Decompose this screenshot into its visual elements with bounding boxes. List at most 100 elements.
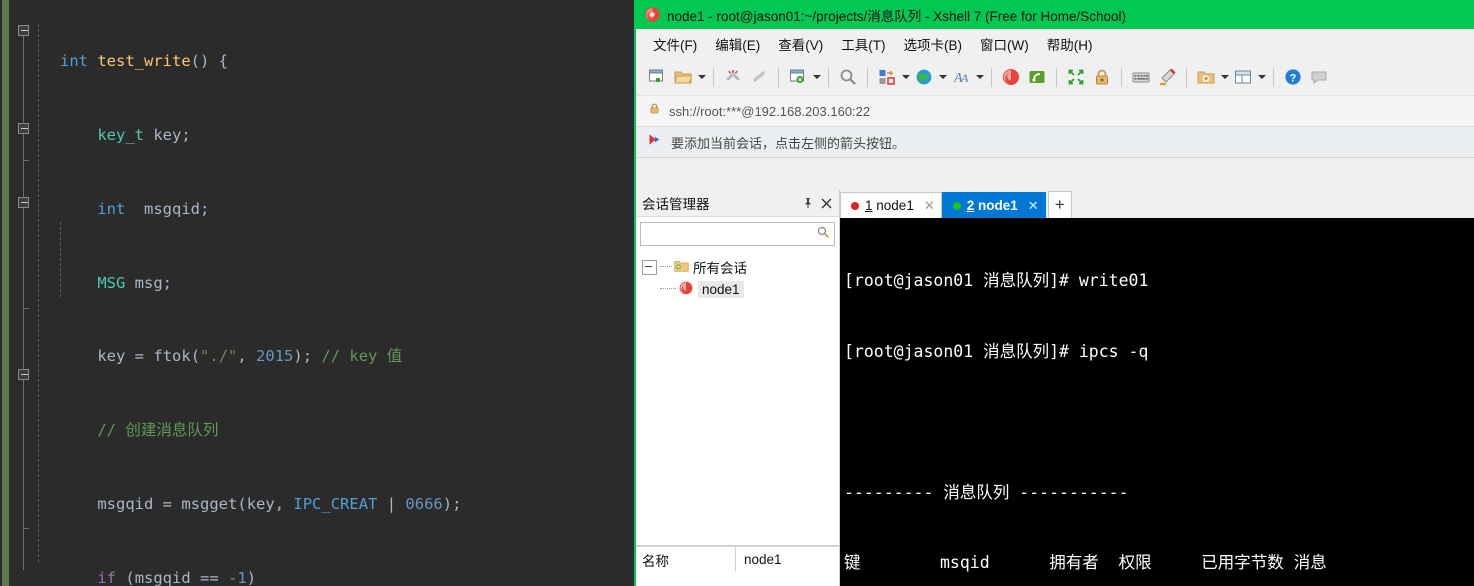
address-value[interactable]: ssh://root:***@192.168.203.160:22 <box>669 104 870 119</box>
tab-bar[interactable]: 1 node1 ✕ 2 node1 ✕ + <box>840 190 1474 220</box>
toolbar-separator <box>778 67 779 87</box>
code-editor-pane[interactable]: int test_write() { key_t key; int msgqid… <box>0 0 634 586</box>
tab-name: node1 <box>978 198 1018 213</box>
fold-marker-comment[interactable] <box>18 369 29 380</box>
tree-connector <box>660 288 676 290</box>
chevron-down-icon[interactable] <box>1219 64 1230 90</box>
xftp-icon[interactable] <box>1024 64 1050 90</box>
toolbar[interactable]: A A ? <box>636 59 1474 95</box>
tree-node-node1[interactable]: node1 <box>642 278 839 300</box>
help-icon[interactable]: ? <box>1280 64 1306 90</box>
layout-icon[interactable] <box>1230 64 1256 90</box>
chevron-down-icon[interactable] <box>1256 64 1267 90</box>
terminal-output[interactable]: [root@jason01 消息队列]# write01 [root@jason… <box>840 218 1474 586</box>
chat-icon[interactable] <box>1306 64 1332 90</box>
toolbar-separator <box>867 67 868 87</box>
address-bar[interactable]: ssh://root:***@192.168.203.160:22 <box>636 95 1474 127</box>
notice-bar: 要添加当前会话，点击左侧的箭头按钮。 <box>636 127 1474 158</box>
code-line: // 创建消息队列 <box>97 421 219 440</box>
toolbar-separator <box>1056 67 1057 87</box>
terminal-line: [root@jason01 消息队列]# write01 <box>844 271 1149 290</box>
menu-item-edit[interactable]: 编辑(E) <box>706 31 769 57</box>
chevron-down-icon[interactable] <box>937 64 948 90</box>
tab-session-1[interactable]: 1 node1 ✕ <box>840 192 942 218</box>
xshell-logo-icon <box>644 6 661 23</box>
toolbar-separator <box>713 67 714 87</box>
xshell-body: 会话管理器 所有会话 node1 名称 node1 1 node1 ✕ 2 no… <box>636 190 1474 586</box>
terminal-line: --------- 消息队列 ----------- <box>844 482 1129 502</box>
menu-bar[interactable]: 文件(F) 编辑(E) 查看(V) 工具(T) 选项卡(B) 窗口(W) 帮助(… <box>636 29 1474 59</box>
xshell-session-icon <box>678 280 694 299</box>
tab-index: 2 <box>966 198 975 213</box>
transfer-icon[interactable] <box>874 64 900 90</box>
keyboard-icon[interactable] <box>1128 64 1154 90</box>
xshell-window[interactable]: node1 - root@jason01:~/projects/消息队列 - X… <box>634 0 1474 586</box>
fold-marker-block-2[interactable] <box>18 197 29 208</box>
menu-item-tools[interactable]: 工具(T) <box>832 31 894 57</box>
fullscreen-icon[interactable] <box>1063 64 1089 90</box>
session-manager-panel[interactable]: 会话管理器 所有会话 node1 名称 node1 <box>636 190 840 586</box>
fold-marker-block-1[interactable] <box>18 123 29 134</box>
property-row: 名称 node1 <box>636 546 839 572</box>
session-search-input[interactable] <box>640 222 835 246</box>
session-manager-header: 会话管理器 <box>636 190 839 217</box>
menu-item-window[interactable]: 窗口(W) <box>971 31 1038 57</box>
tab-index: 1 <box>865 198 873 213</box>
search-icon[interactable] <box>816 225 830 244</box>
editor-scrollbar[interactable] <box>626 0 634 586</box>
highlight-icon[interactable] <box>1154 64 1180 90</box>
xshell-titlebar: node1 - root@jason01:~/projects/消息队列 - X… <box>636 0 1474 29</box>
reconnect-icon[interactable] <box>746 64 772 90</box>
source-code[interactable]: int test_write() { key_t key; int msgqid… <box>38 0 626 586</box>
xshell-icon[interactable] <box>998 64 1024 90</box>
close-icon[interactable]: ✕ <box>1028 198 1039 214</box>
menu-item-view[interactable]: 查看(V) <box>769 31 832 57</box>
session-properties-icon[interactable] <box>785 64 811 90</box>
find-icon[interactable] <box>835 64 861 90</box>
open-folder-icon[interactable] <box>670 64 696 90</box>
session-tree[interactable]: 所有会话 node1 <box>636 246 839 300</box>
code-line: int msgqid; <box>97 199 210 218</box>
pin-icon[interactable] <box>799 194 817 212</box>
close-icon[interactable]: ✕ <box>924 198 935 214</box>
window-title: node1 - root@jason01:~/projects/消息队列 - X… <box>667 8 1127 24</box>
tab-label: 2 node1 <box>967 198 1018 213</box>
tree-node-all-sessions[interactable]: 所有会话 <box>642 256 839 278</box>
menu-item-file[interactable]: 文件(F) <box>644 31 706 57</box>
menu-item-help[interactable]: 帮助(H) <box>1038 31 1102 57</box>
session-properties: 名称 node1 <box>636 545 839 586</box>
code-line: msgqid = msgget(key, IPC_CREAT | 0666); <box>97 494 462 513</box>
screen: int test_write() { key_t key; int msgqid… <box>0 0 1474 586</box>
disconnect-icon[interactable] <box>720 64 746 90</box>
editor-fold-gutter[interactable] <box>10 0 38 586</box>
chevron-down-icon[interactable] <box>900 64 911 90</box>
chevron-down-icon[interactable] <box>974 64 985 90</box>
close-icon[interactable] <box>817 194 835 212</box>
expand-collapse-icon[interactable] <box>642 259 657 275</box>
tree-node-label: node1 <box>698 280 744 298</box>
menu-item-tabs[interactable]: 选项卡(B) <box>895 31 972 57</box>
svg-text:A: A <box>960 71 969 85</box>
new-tab-button[interactable]: + <box>1047 191 1072 218</box>
lock-icon[interactable] <box>1089 64 1115 90</box>
tab-session-2[interactable]: 2 node1 ✕ <box>941 192 1046 218</box>
terminal-line: 键 msqid 拥有者 权限 已用字节数 消息 <box>844 553 1327 572</box>
chevron-down-icon[interactable] <box>696 64 707 90</box>
tree-connector <box>660 266 672 268</box>
property-key: 名称 <box>636 547 736 572</box>
font-icon[interactable]: A A <box>948 64 974 90</box>
globe-icon[interactable] <box>911 64 937 90</box>
status-dot-icon <box>952 201 961 210</box>
status-dot-icon <box>851 201 859 210</box>
notice-text: 要添加当前会话，点击左侧的箭头按钮。 <box>671 135 906 151</box>
terminal-line: [root@jason01 消息队列]# ipcs -q <box>844 341 1149 361</box>
fold-marker-function[interactable] <box>18 25 29 36</box>
toolbar-separator <box>991 67 992 87</box>
code-line: if (msgqid == -1) <box>97 568 257 586</box>
add-folder-icon[interactable] <box>1193 64 1219 90</box>
red-arrow-icon <box>648 133 663 151</box>
new-session-icon[interactable] <box>644 64 670 90</box>
terminal-area: 1 node1 ✕ 2 node1 ✕ + [root@jason01 消息队列… <box>840 190 1474 586</box>
lock-icon <box>648 102 661 120</box>
chevron-down-icon[interactable] <box>811 64 822 90</box>
